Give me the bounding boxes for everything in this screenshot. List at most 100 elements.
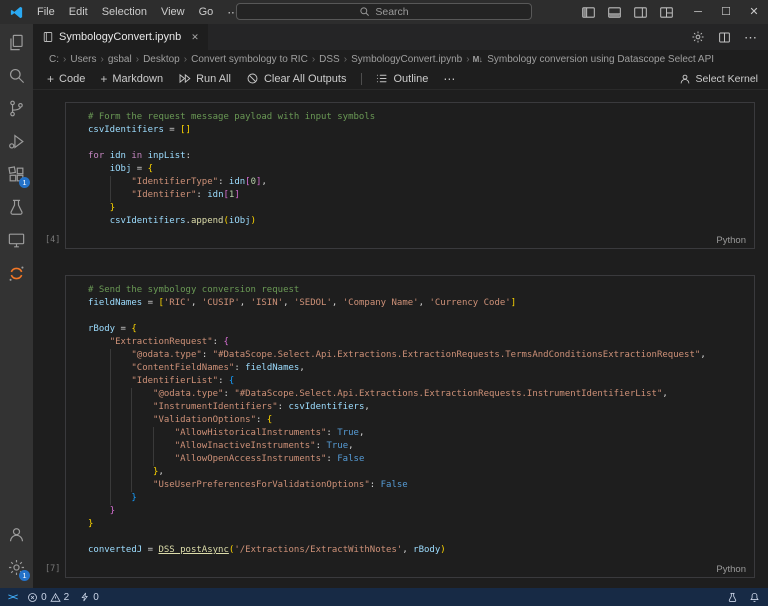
settings-gear-icon[interactable]: 1	[0, 551, 33, 584]
breadcrumb-item[interactable]: Users	[69, 54, 97, 65]
outline-button[interactable]: Outline	[375, 72, 428, 85]
toggle-primary-sidebar-icon[interactable]	[581, 5, 596, 20]
testing-icon[interactable]	[0, 191, 33, 224]
ports-indicator[interactable]: 0	[80, 592, 99, 603]
code-line[interactable]: },	[66, 466, 754, 479]
tab-symbologyconvert[interactable]: SymbologyConvert.ipynb ✕	[33, 24, 208, 50]
tab-close-icon[interactable]: ✕	[191, 32, 199, 43]
code-cell-editor[interactable]: # Send the symbology conversion requestf…	[65, 275, 755, 578]
code-line[interactable]: }	[66, 518, 754, 531]
breadcrumb-item[interactable]: DSS	[318, 54, 341, 65]
account-icon[interactable]	[0, 518, 33, 551]
search-icon	[359, 6, 370, 17]
code-line[interactable]: "AllowHistoricalInstruments": True,	[66, 427, 754, 440]
code-line[interactable]: "@odata.type": "#DataScope.Select.Api.Ex…	[66, 349, 754, 362]
code-line[interactable]: "AllowInactiveInstruments": True,	[66, 440, 754, 453]
source-control-icon[interactable]	[0, 92, 33, 125]
bell-icon[interactable]	[749, 592, 760, 603]
run-debug-icon[interactable]	[0, 125, 33, 158]
code-line[interactable]: "InstrumentIdentifiers": csvIdentifiers,	[66, 401, 754, 414]
maximize-icon[interactable]: ☐	[712, 0, 740, 24]
extensions-badge: 1	[19, 177, 30, 188]
settings-badge: 1	[19, 570, 30, 581]
code-line[interactable]: "ExtractionRequest": {	[66, 336, 754, 349]
code-line[interactable]: "Identifier": idn[1]	[66, 189, 754, 202]
code-line[interactable]	[66, 137, 754, 150]
kernel-person-icon	[679, 73, 691, 85]
code-line[interactable]: # Send the symbology conversion request	[66, 284, 754, 297]
cell-gutter: [7]	[33, 275, 65, 578]
code-line[interactable]: "ValidationOptions": {	[66, 414, 754, 427]
code-line[interactable]: }	[66, 202, 754, 215]
remote-explorer-icon[interactable]	[0, 224, 33, 257]
plus-icon: +	[47, 73, 54, 85]
code-line[interactable]	[66, 310, 754, 323]
code-cell-editor[interactable]: # Form the request message payload with …	[65, 102, 755, 249]
execution-count: [7]	[45, 564, 60, 574]
code-line[interactable]: csvIdentifiers = []	[66, 124, 754, 137]
markdown-icon: M↓	[473, 55, 483, 64]
cell-language-picker[interactable]: Python	[716, 235, 746, 246]
workbench: 1 1 SymbologyConvert.ipynb ✕	[0, 24, 768, 588]
breadcrumb-item[interactable]: Desktop	[142, 54, 181, 65]
outline-icon	[375, 72, 388, 85]
code-line[interactable]: rBody = {	[66, 323, 754, 336]
jupyter-icon[interactable]	[0, 257, 33, 290]
extensions-icon[interactable]: 1	[0, 158, 33, 191]
toggle-secondary-sidebar-icon[interactable]	[633, 5, 648, 20]
error-count: 0	[41, 592, 47, 603]
breadcrumb-item[interactable]: SymbologyConvert.ipynb	[350, 54, 463, 65]
outline-label: Outline	[393, 73, 428, 85]
toolbar-more-icon[interactable]: ⋯	[443, 73, 455, 85]
problems-indicator[interactable]: 0 2	[27, 592, 69, 603]
clear-outputs-label: Clear All Outputs	[264, 73, 347, 85]
code-line[interactable]: "@odata.type": "#DataScope.Select.Api.Ex…	[66, 388, 754, 401]
menu-item[interactable]: Selection	[95, 6, 154, 18]
code-line[interactable]: "IdentifierList": {	[66, 375, 754, 388]
cell-language-picker[interactable]: Python	[716, 564, 746, 575]
menu-item[interactable]: Edit	[62, 6, 95, 18]
minimize-icon[interactable]: ─	[684, 0, 712, 24]
code-line[interactable]: "UseUserPreferencesForValidationOptions"…	[66, 479, 754, 492]
toggle-panel-icon[interactable]	[607, 5, 622, 20]
breadcrumb-item[interactable]: Convert symbology to RIC	[190, 54, 309, 65]
search-sidebar-icon[interactable]	[0, 59, 33, 92]
code-line[interactable]: for idn in inpList:	[66, 150, 754, 163]
code-line[interactable]: csvIdentifiers.append(iObj)	[66, 215, 754, 228]
code-line[interactable]: fieldNames = ['RIC', 'CUSIP', 'ISIN', 'S…	[66, 297, 754, 310]
menu-item[interactable]: Go	[192, 6, 221, 18]
code-line[interactable]	[66, 531, 754, 544]
menu-item[interactable]: File	[30, 6, 62, 18]
clear-outputs-icon	[246, 72, 259, 85]
beaker-icon[interactable]	[727, 592, 738, 603]
notebook-layout-gear-icon[interactable]	[691, 30, 705, 44]
breadcrumb-section[interactable]: Symbology conversion using Datascope Sel…	[486, 54, 715, 65]
code-line[interactable]: # Form the request message payload with …	[66, 111, 754, 124]
titlebar: FileEditSelectionViewGo ⋯ ← → Search ─ ☐	[0, 0, 768, 24]
close-icon[interactable]: ✕	[740, 0, 768, 24]
select-kernel-button[interactable]: Select Kernel	[679, 73, 758, 85]
breadcrumbs: C: › Users › gsbal › Desktop › Convert s…	[33, 50, 768, 68]
editor-more-actions-icon[interactable]: ⋯	[744, 31, 757, 44]
menu-item[interactable]: View	[154, 6, 192, 18]
explorer-icon[interactable]	[0, 26, 33, 59]
run-all-button[interactable]: Run All	[178, 72, 231, 85]
add-markdown-cell-button[interactable]: + Markdown	[100, 73, 163, 85]
breadcrumb-item[interactable]: C:	[48, 54, 60, 65]
customize-layout-icon[interactable]	[659, 5, 674, 20]
code-line[interactable]: "IdentifierType": idn[0],	[66, 176, 754, 189]
code-line[interactable]: iObj = {	[66, 163, 754, 176]
add-code-cell-button[interactable]: + Code	[47, 73, 85, 85]
warning-icon	[50, 592, 61, 603]
split-editor-icon[interactable]	[718, 31, 731, 44]
code-line[interactable]: convertedJ = DSS_postAsync('/Extractions…	[66, 544, 754, 557]
run-all-label: Run All	[196, 73, 231, 85]
breadcrumb-item[interactable]: gsbal	[107, 54, 133, 65]
code-line[interactable]: "ContentFieldNames": fieldNames,	[66, 362, 754, 375]
command-center-search[interactable]: Search	[236, 3, 532, 20]
clear-all-outputs-button[interactable]: Clear All Outputs	[246, 72, 347, 85]
code-line[interactable]: "AllowOpenAccessInstruments": False	[66, 453, 754, 466]
code-line[interactable]: }	[66, 505, 754, 518]
remote-indicator[interactable]: ><	[8, 592, 17, 603]
code-line[interactable]: }	[66, 492, 754, 505]
